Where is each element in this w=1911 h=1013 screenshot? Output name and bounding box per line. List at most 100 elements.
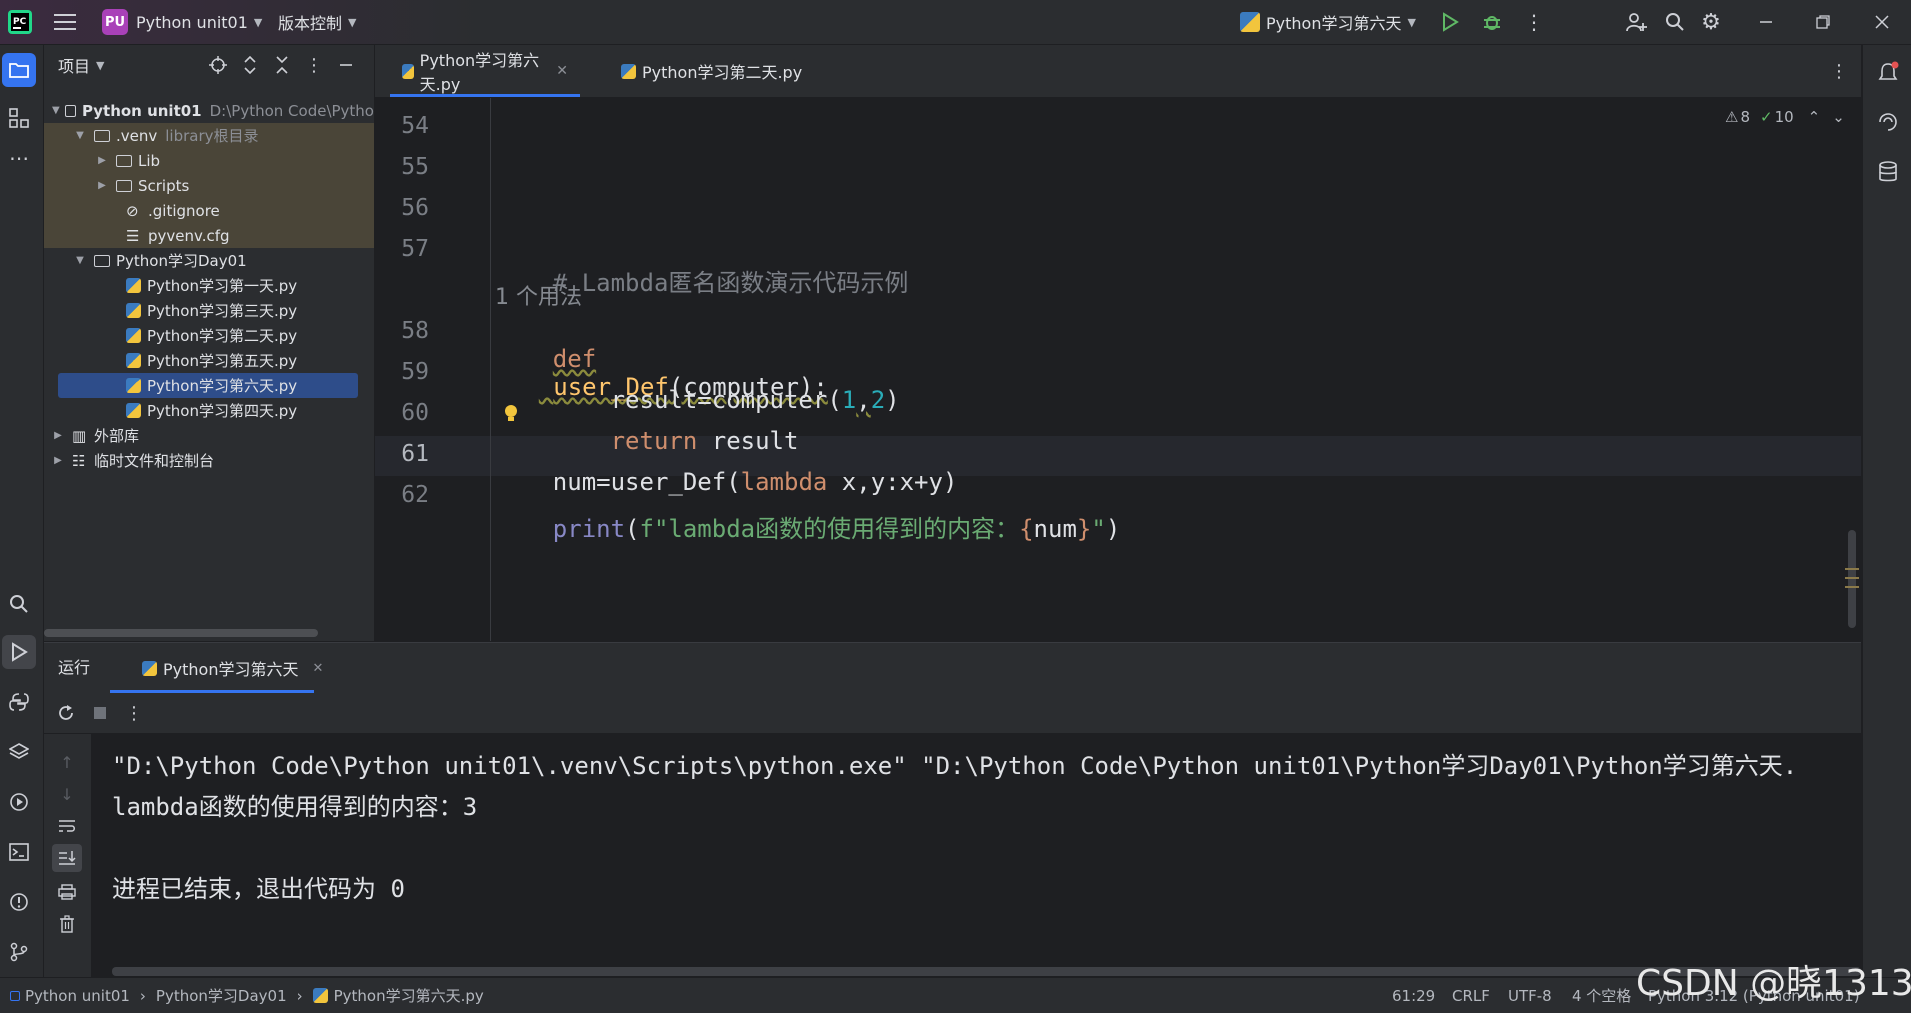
expand-all-icon[interactable]	[238, 53, 262, 77]
collapsed-arrow-icon: ▶	[54, 455, 62, 466]
run-icon[interactable]	[1438, 10, 1462, 34]
project-tool-folder-icon[interactable]	[2, 53, 36, 87]
structure-icon[interactable]	[4, 103, 34, 133]
usage-hint[interactable]: 1 个用法	[495, 279, 582, 311]
debug-icon[interactable]	[1480, 10, 1504, 34]
vcs-label: 版本控制	[278, 14, 343, 33]
tree-item-gitignore[interactable]: ⊘ .gitignore	[44, 198, 374, 223]
python-file-icon	[126, 378, 141, 393]
folder-icon	[94, 254, 110, 267]
tab-python-day6[interactable]: Python学习第六天.py ✕	[390, 45, 580, 97]
line-separator[interactable]: CRLF	[1452, 978, 1490, 1013]
search-icon[interactable]	[1662, 10, 1688, 34]
tree-item-scratches[interactable]: ▶ ☷ 临时文件和控制台	[44, 448, 374, 473]
tree-item-external-libs[interactable]: ▶ ▥ 外部库	[44, 423, 374, 448]
find-icon[interactable]	[4, 589, 34, 619]
collapse-all-icon[interactable]	[270, 53, 294, 77]
more-options-icon[interactable]: ⋮	[122, 701, 146, 725]
project-view-dropdown[interactable]: 项目 ▼	[58, 45, 104, 85]
caret-position[interactable]: 61:29	[1392, 978, 1435, 1013]
next-highlight-icon[interactable]: ⌄	[1832, 108, 1845, 126]
more-tools-icon[interactable]: ⋯	[4, 143, 34, 173]
print-icon[interactable]	[54, 880, 80, 904]
tree-item-lib[interactable]: ▶ Lib	[44, 148, 374, 173]
scroll-down-icon[interactable]: ↓	[54, 782, 80, 806]
warning-icon: ⚠	[1725, 108, 1739, 126]
tree-item-file-selected[interactable]: Python学习第六天.py	[44, 373, 374, 398]
options-icon[interactable]: ⋮	[302, 53, 326, 77]
tree-item-scripts[interactable]: ▶ Scripts	[44, 173, 374, 198]
tree-item-label: .venv	[116, 126, 158, 145]
stop-icon[interactable]	[88, 701, 112, 725]
vcs-menu[interactable]: 版本控制 ▼	[278, 0, 356, 44]
run-tab[interactable]: Python学习第六天 ✕	[128, 643, 337, 693]
run-tab-label: Python学习第六天	[163, 660, 299, 679]
code-string: f"lambda函数的使用得到的内容：	[639, 515, 1020, 543]
expanded-arrow-icon: ▼	[76, 255, 84, 266]
notifications-bell-icon[interactable]	[1873, 57, 1903, 87]
run-panel-title: 运行	[58, 658, 91, 677]
tree-item-day-folder[interactable]: ▼ Python学习Day01	[44, 248, 374, 273]
tree-item-file[interactable]: Python学习第五天.py	[44, 348, 374, 373]
clear-trash-icon[interactable]	[54, 912, 80, 936]
tree-item-file[interactable]: Python学习第一天.py	[44, 273, 374, 298]
ai-assistant-icon[interactable]	[1873, 107, 1903, 137]
soft-wrap-icon[interactable]	[54, 814, 80, 838]
scroll-up-icon[interactable]: ↑	[54, 750, 80, 774]
restore-icon[interactable]	[1809, 8, 1837, 36]
run-tool-icon[interactable]	[2, 635, 36, 669]
library-icon: ▥	[72, 426, 87, 445]
problems-icon[interactable]	[4, 887, 34, 917]
previous-highlight-icon[interactable]: ⌃	[1808, 108, 1821, 126]
terminal-icon[interactable]	[4, 837, 34, 867]
add-user-icon[interactable]	[1624, 10, 1650, 34]
project-switcher[interactable]: PU Python unit01 ▼	[102, 0, 262, 44]
code-line-62[interactable]: print(f"lambda函数的使用得到的内容：{num}")	[495, 481, 1120, 572]
status-bar: Python unit01 › Python学习Day01 › Python学习…	[0, 977, 1911, 1013]
run-config-selector[interactable]: Python学习第六天 ▼	[1240, 0, 1416, 44]
scroll-to-end-icon[interactable]	[52, 844, 82, 872]
locate-file-icon[interactable]	[206, 53, 230, 77]
python-console-icon[interactable]	[4, 687, 34, 717]
layers-icon[interactable]	[4, 737, 34, 767]
close-tab-icon[interactable]: ✕	[312, 661, 323, 676]
pycharm-logo-icon[interactable]: PC	[6, 8, 34, 36]
tree-item-file[interactable]: Python学习第四天.py	[44, 398, 374, 423]
services-icon[interactable]	[4, 787, 34, 817]
python-file-icon	[126, 278, 141, 293]
git-branch-icon[interactable]	[4, 937, 34, 967]
tree-root-name: Python unit01	[81, 101, 202, 120]
line-number: 56	[401, 195, 429, 221]
console-horizontal-scrollbar[interactable]	[112, 967, 1861, 976]
tree-root-project[interactable]: ▼ Python unit01 D:\Python Code\Pytho	[44, 98, 374, 123]
tab-options-icon[interactable]: ⋮	[1827, 59, 1851, 83]
breadcrumb-item[interactable]: Python学习Day01	[156, 985, 287, 1006]
close-tab-icon[interactable]: ✕	[556, 63, 568, 79]
code-brace: {	[1019, 515, 1034, 543]
database-icon[interactable]	[1873, 157, 1903, 187]
tree-item-pyvenv[interactable]: ☰ pyvenv.cfg	[44, 223, 374, 248]
tree-item-venv[interactable]: ▼ .venv library根目录	[44, 123, 374, 148]
tree-root-path: D:\Python Code\Pytho	[209, 101, 374, 120]
tree-item-label: Python学习第一天.py	[147, 277, 298, 295]
tree-item-file[interactable]: Python学习第三天.py	[44, 298, 374, 323]
breadcrumb-item[interactable]: Python学习第六天.py	[334, 985, 484, 1006]
python-file-icon	[621, 63, 636, 79]
file-encoding[interactable]: UTF-8	[1508, 978, 1552, 1013]
tab-python-day2[interactable]: Python学习第二天.py	[613, 45, 810, 97]
indent-setting[interactable]: 4 个空格	[1572, 978, 1631, 1013]
left-tool-strip: ⋯	[0, 45, 44, 977]
breadcrumb-item[interactable]: Python unit01	[25, 987, 130, 1005]
hide-panel-icon[interactable]	[334, 53, 358, 77]
python-file-icon	[126, 353, 141, 368]
horizontal-scrollbar[interactable]	[44, 629, 318, 637]
close-window-icon[interactable]	[1868, 8, 1896, 36]
rerun-icon[interactable]	[54, 701, 78, 725]
more-actions-icon[interactable]: ⋮	[1522, 10, 1546, 34]
settings-gear-icon[interactable]: ⚙	[1698, 10, 1724, 35]
minimize-icon[interactable]	[1752, 8, 1780, 36]
inspection-widget[interactable]: ⚠ 8 ✓ 10 ⌃ ⌄	[1725, 105, 1845, 129]
tree-item-file[interactable]: Python学习第二天.py	[44, 323, 374, 348]
main-menu-icon[interactable]	[52, 10, 78, 34]
watermark: CSDN @晓1313	[1636, 963, 1911, 1004]
